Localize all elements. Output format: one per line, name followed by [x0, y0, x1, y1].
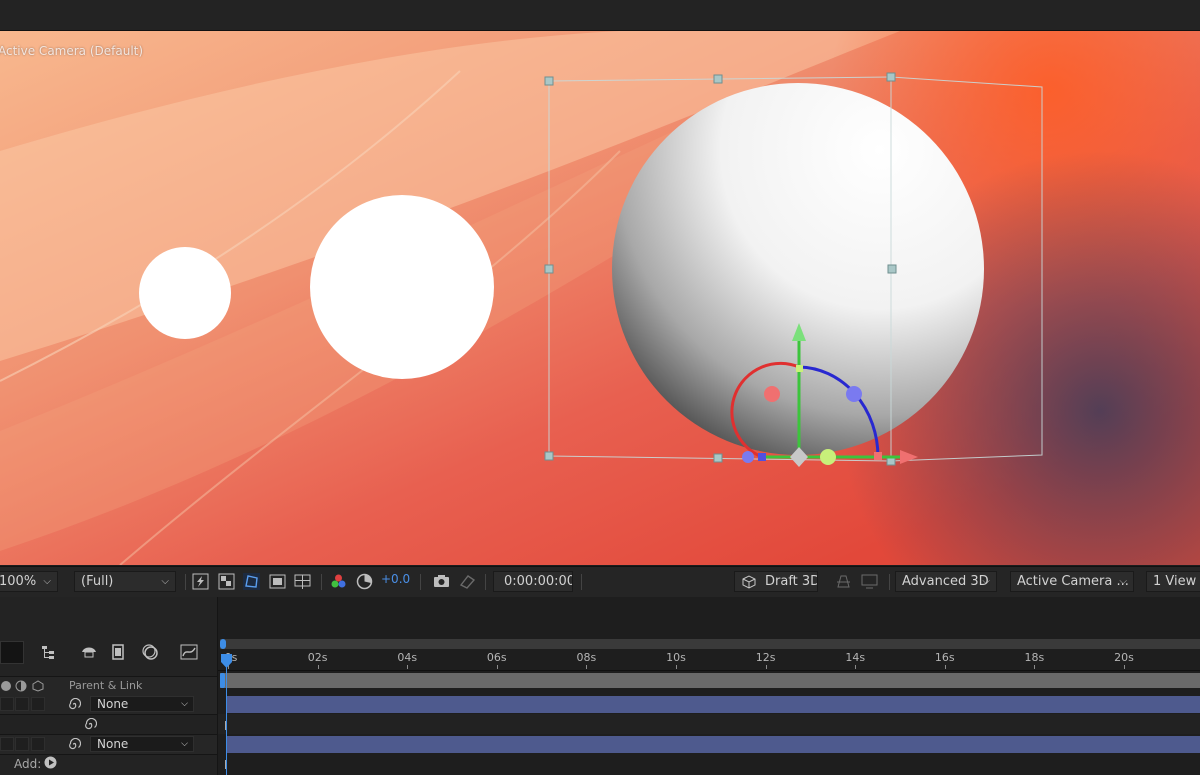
- region-of-interest-icon[interactable]: [269, 573, 286, 590]
- playhead-line[interactable]: [226, 663, 227, 775]
- chevron-down-icon: ⌵: [43, 576, 51, 587]
- parent-value: None: [97, 737, 129, 751]
- solo-switch-icon: [1, 681, 11, 691]
- ruler-tick: [765, 665, 767, 669]
- chevron-down-icon: ⌵: [161, 576, 169, 587]
- resolution-value: (Full): [81, 574, 114, 589]
- layer-switch[interactable]: [31, 697, 45, 711]
- ruler-tick: [407, 665, 409, 669]
- layer-switch[interactable]: [15, 697, 29, 711]
- playhead-handle[interactable]: [220, 654, 233, 668]
- zoom-dropdown[interactable]: 100% ⌵: [0, 571, 58, 592]
- top-panel-bar: [0, 0, 1200, 31]
- draft-3d-icon: [742, 575, 756, 589]
- fast-preview-icon[interactable]: [192, 573, 209, 590]
- layer-switch[interactable]: [0, 697, 14, 711]
- color-management-icon[interactable]: [356, 573, 373, 590]
- exposure-value[interactable]: +0.0: [381, 572, 410, 586]
- draft-3d-label: Draft 3D: [765, 574, 818, 589]
- viewer-canvas: [0, 31, 1200, 565]
- timeline-panel: Parent & Link None⌵ None⌵ Add: 0s02s04s0…: [0, 597, 1200, 775]
- renderer-value: Advanced 3D: [902, 574, 989, 589]
- ruler-label: 18s: [1024, 651, 1045, 664]
- property-pick-whip-icon[interactable]: [84, 718, 97, 731]
- composition-flowchart-icon[interactable]: [40, 643, 58, 661]
- layer-row[interactable]: None ⌵: [0, 735, 217, 755]
- add-property-label: Add:: [14, 757, 42, 771]
- parent-dropdown[interactable]: None ⌵: [90, 696, 194, 712]
- mask-path-icon[interactable]: [243, 573, 260, 590]
- medium-circle-layer[interactable]: [310, 195, 494, 379]
- parent-pick-whip-icon[interactable]: [68, 698, 81, 711]
- ruler-label: 10s: [666, 651, 686, 664]
- 3d-layer-icon: [32, 680, 44, 692]
- timecode-field[interactable]: 0:00:00:00: [493, 571, 573, 592]
- layer-switch[interactable]: [15, 737, 29, 751]
- parent-value: None: [97, 697, 129, 711]
- ruler-tick: [676, 665, 677, 669]
- snapshot-camera-icon[interactable]: [433, 573, 450, 590]
- view-layout-value: 1 View: [1153, 574, 1197, 589]
- ruler-tick: [1034, 665, 1036, 669]
- parent-pick-whip-icon[interactable]: [68, 738, 81, 751]
- layer-panel: Parent & Link None ⌵ None ⌵ Add:: [0, 597, 218, 775]
- layer-switch[interactable]: [31, 737, 45, 751]
- layer-search-input[interactable]: [0, 641, 24, 664]
- graph-editor-icon[interactable]: [180, 643, 198, 661]
- renderer-dropdown[interactable]: Advanced 3D ⌵: [895, 571, 997, 592]
- show-snapshot-icon[interactable]: [459, 573, 476, 590]
- floor-grid-icon[interactable]: [835, 573, 852, 590]
- ruler-label: 20s: [1114, 651, 1134, 664]
- ruler-tick: [944, 665, 946, 669]
- viewer-toolbar: 100% ⌵ (Full) ⌵ +0.0 0:00:00:00 Draft 3D A…: [0, 566, 1200, 598]
- ruler-label: 06s: [486, 651, 507, 664]
- parent-link-column-label: Parent & Link: [69, 679, 143, 692]
- add-property-button[interactable]: [44, 756, 57, 769]
- ruler-label: 16s: [934, 651, 955, 664]
- ruler-label: 08s: [576, 651, 597, 664]
- layer-duration-bar[interactable]: [226, 696, 1200, 713]
- ruler-label: 14s: [845, 651, 866, 664]
- chevron-down-icon: ⌵: [181, 699, 188, 709]
- time-ruler[interactable]: 0s02s04s06s08s10s12s14s16s18s20s: [218, 597, 1200, 671]
- draft-3d-toggle[interactable]: Draft 3D: [734, 571, 818, 592]
- layer-property-row: [0, 715, 217, 735]
- view-layout-dropdown[interactable]: 1 View: [1146, 571, 1200, 592]
- layer-duration-bar[interactable]: [226, 736, 1200, 753]
- work-area-bar[interactable]: [220, 673, 1200, 688]
- ruler-label: 12s: [755, 651, 776, 664]
- timeline-track-area[interactable]: 0s02s04s06s08s10s12s14s16s18s20s I I: [218, 597, 1200, 775]
- ruler-tick: [1124, 665, 1125, 669]
- grid-guides-icon[interactable]: [294, 573, 311, 590]
- camera-view-value: Active Camera ...: [1017, 574, 1129, 589]
- resolution-dropdown[interactable]: (Full) ⌵: [74, 571, 176, 592]
- chevron-down-icon: ⌵: [982, 576, 990, 587]
- transparency-grid-icon[interactable]: [218, 573, 235, 590]
- active-camera-label: Active Camera (Default): [0, 44, 144, 58]
- shy-layers-icon[interactable]: [80, 643, 98, 661]
- layer-row[interactable]: None ⌵: [0, 695, 217, 715]
- camera-view-dropdown[interactable]: Active Camera ... ⌵: [1010, 571, 1134, 592]
- frame-blending-icon[interactable]: [110, 643, 128, 661]
- zoom-value: 100%: [0, 574, 37, 589]
- small-circle-layer[interactable]: [139, 247, 231, 339]
- column-header: Parent & Link: [0, 676, 217, 696]
- color-channels-icon[interactable]: [330, 573, 347, 590]
- ruler-tick: [496, 665, 498, 669]
- ruler-tick: [586, 665, 588, 669]
- chevron-down-icon: ⌵: [1119, 576, 1127, 587]
- parent-dropdown[interactable]: None ⌵: [90, 736, 194, 752]
- ruler-label: 04s: [397, 651, 418, 664]
- layer-switch[interactable]: [0, 737, 14, 751]
- chevron-down-icon: ⌵: [181, 739, 188, 749]
- composition-viewer[interactable]: Active Camera (Default): [0, 31, 1200, 565]
- ruler-tick: [317, 665, 319, 669]
- adjustment-layer-icon: [15, 680, 27, 692]
- timecode-value: 0:00:00:00: [504, 574, 573, 589]
- work-area-start-handle[interactable]: [220, 673, 225, 688]
- motion-blur-icon[interactable]: [141, 643, 159, 661]
- extended-viewer-icon[interactable]: [861, 573, 878, 590]
- ruler-label: 02s: [307, 651, 328, 664]
- ruler-tick: [855, 665, 857, 669]
